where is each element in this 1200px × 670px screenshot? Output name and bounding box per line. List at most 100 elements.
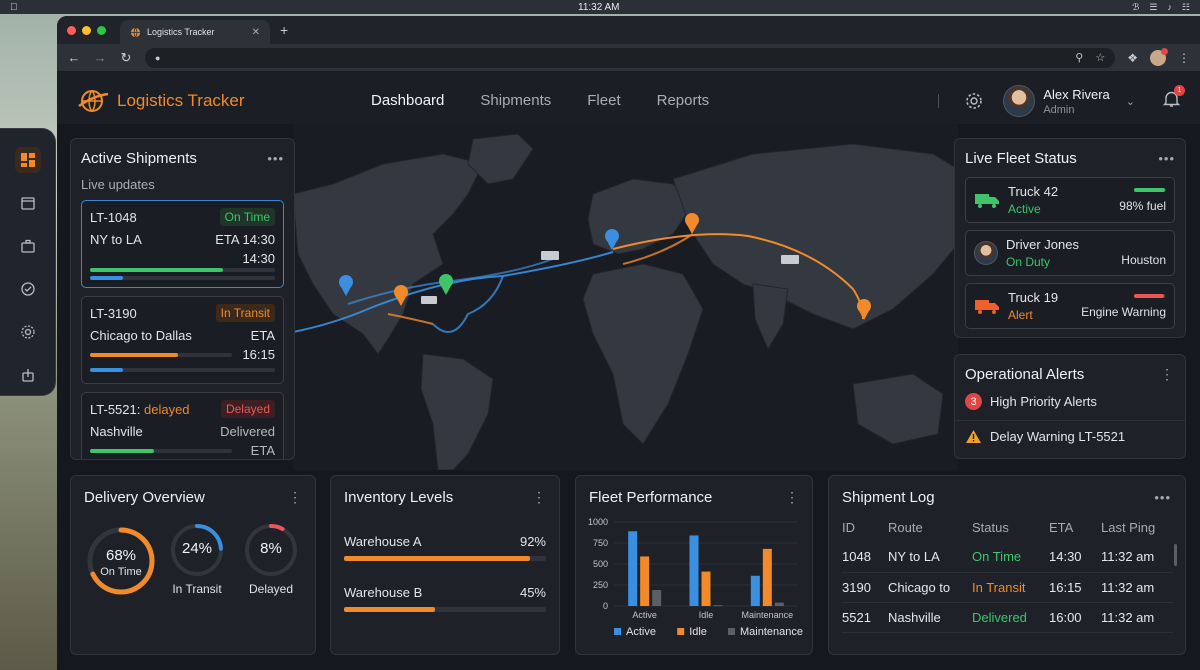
table-scrollbar[interactable] [1174,544,1177,566]
world-map[interactable] [293,124,958,470]
fleet-performance-title: Fleet Performance [589,489,713,506]
fleet-item-truck-19[interactable]: Truck 19 Alert Engine Warning [965,283,1175,329]
table-row[interactable]: 1048 NY to LA On Time 14:30 11:32 am [842,542,1173,573]
settings-dock-icon[interactable] [15,319,41,345]
shipment-id-suffix: delayed [143,401,190,417]
tab-shipments[interactable]: Shipments [462,72,569,130]
browser-menu-icon[interactable]: ⋮ [1178,51,1190,65]
active-shipments-title: Active Shipments [81,150,197,167]
more-options-icon[interactable]: ••• [1158,151,1175,166]
volume-icon[interactable]: ♪ [1167,2,1172,13]
col-status[interactable]: Status [972,512,1049,542]
bar-maintenance-active [652,590,662,606]
gear-icon[interactable] [965,92,983,110]
tab-fleet[interactable]: Fleet [569,72,638,130]
active-shipments-card: Active Shipments ••• Live updates LT-104… [70,138,295,460]
map-pin-green-east[interactable] [439,274,453,295]
forward-icon[interactable]: → [93,50,107,65]
extensions-icon[interactable]: ❖ [1127,51,1138,65]
close-window-button[interactable] [67,25,76,35]
x-tick-label: Maintenance [742,610,794,620]
more-options-icon[interactable]: ⋮ [532,489,547,506]
col-id[interactable]: ID [842,512,888,542]
app-logo[interactable]: Logistics Tracker [77,88,317,114]
warehouse-bar [344,556,546,561]
user-menu[interactable]: Alex Rivera Admin ⌄ [1003,85,1135,117]
zoom-icon[interactable]: ⚲ [1075,51,1083,64]
os-clock: 11:32 AM [578,1,620,13]
table-row[interactable]: 3190 Chicago to In Transit 16:15 11:32 a… [842,572,1173,603]
inventory-levels-card: Inventory Levels ⋮ Warehouse A 92% Wareho… [330,475,560,655]
ring-on-time: 68% On Time [86,526,156,596]
more-options-icon[interactable]: ⋮ [1160,366,1175,383]
more-options-icon[interactable]: ••• [1154,490,1171,505]
table-row[interactable]: 5521 Nashville Delivered 16:00 11:32 am [842,602,1173,633]
reload-icon[interactable]: ↻ [119,50,133,66]
legend-label: Maintenance [740,626,803,638]
truck-icon-na[interactable] [421,296,437,304]
ring-label: Delayed [248,582,294,596]
truck-icon-asia[interactable] [781,255,799,264]
shipment-card-lt-3190[interactable]: LT-3190 In Transit Chicago to Dallas ETA 1… [81,296,284,384]
truck-icon-atlantic[interactable] [541,251,559,260]
briefcase-dock-icon[interactable] [15,233,41,259]
south-america-landmass [420,353,494,470]
main-nav: Dashboard Shipments Fleet Reports [353,72,727,130]
fleet-state: On Duty [1006,255,1051,269]
more-options-icon[interactable]: ⋮ [785,489,800,506]
new-tab-button[interactable]: + [280,22,288,38]
col-last-ping[interactable]: Last Ping [1101,512,1173,542]
fleet-item-truck-42[interactable]: Truck 42 Active 98% fuel [965,177,1175,223]
back-icon[interactable]: ← [67,50,81,65]
india-landmass [752,283,789,351]
sub-progress-fill [90,276,124,280]
fleet-state: Alert [1008,308,1033,322]
ring-in-transit: 24% In Transit [169,522,225,602]
more-options-icon[interactable]: ••• [267,151,284,166]
tab-dashboard[interactable]: Dashboard [353,72,463,130]
inventory-item-a[interactable]: Warehouse A 92% [331,506,559,561]
warehouse-value: 45% [519,585,546,600]
minimize-window-button[interactable] [82,25,91,35]
dashboard-dock-icon[interactable] [14,147,41,173]
col-eta[interactable]: ETA [1049,512,1101,542]
legend-label: Idle [689,626,707,638]
bookmark-star-icon[interactable]: ☆ [1095,51,1105,64]
chevron-down-icon[interactable]: ⌄ [1126,95,1135,108]
fleet-status-title: Live Fleet Status [965,150,1077,167]
shipment-route: Chicago to Dallas [90,328,192,343]
control-center-icon[interactable]: ☷ [1182,2,1190,13]
notifications-button[interactable]: 1 [1162,84,1185,113]
zoom-window-button[interactable] [97,25,106,35]
live-updates-label: Live updates [81,177,155,192]
cell-id: 1048 [842,542,888,573]
profile-avatar[interactable] [1150,47,1168,66]
avatar [1003,85,1036,117]
calendar-dock-icon[interactable] [15,190,41,216]
col-route[interactable]: Route [888,512,972,542]
close-tab-icon[interactable]: ✕ [252,27,260,38]
shipment-card-lt-1048[interactable]: LT-1048 On Time NY to LA ETA 14:30 14:30 [81,200,284,288]
alert-high-priority[interactable]: 3 High Priority Alerts [955,391,1185,421]
header-actions: Alex Rivera Admin ⌄ 1 [938,72,1200,130]
shipment-card-lt-5521[interactable]: LT-5521: delayed Delayed Nashville Deliver… [81,392,284,459]
ring-value: 8% [260,540,282,557]
wifi-icon[interactable]: ☰ [1149,2,1157,13]
address-bar[interactable]: ● ⚲ ☆ [145,47,1116,68]
inventory-item-b[interactable]: Warehouse B 45% [331,561,559,612]
share-dock-icon[interactable] [15,362,41,388]
legend-swatch [728,628,735,635]
shipment-progress [90,352,232,357]
browser-tab[interactable]: Logistics Tracker ✕ [120,20,270,44]
bluetooth-icon[interactable]: ℬ [1132,2,1139,13]
apple-icon[interactable]:  [10,2,18,13]
lock-icon: ● [155,52,161,63]
tab-reports[interactable]: Reports [639,72,728,130]
alert-delay-warning[interactable]: Delay Warning LT-5521 [955,421,1185,452]
check-dock-icon[interactable] [15,276,41,302]
ring-delayed: 8% Delayed [243,522,299,602]
fleet-item-driver-jones[interactable]: Driver Jones On Duty Houston [965,230,1175,276]
browser-toolbar: ← → ↻ ● ⚲ ☆ ❖ ⋮ [57,44,1200,72]
alert-bar [1134,293,1166,298]
more-options-icon[interactable]: ⋮ [288,489,303,506]
